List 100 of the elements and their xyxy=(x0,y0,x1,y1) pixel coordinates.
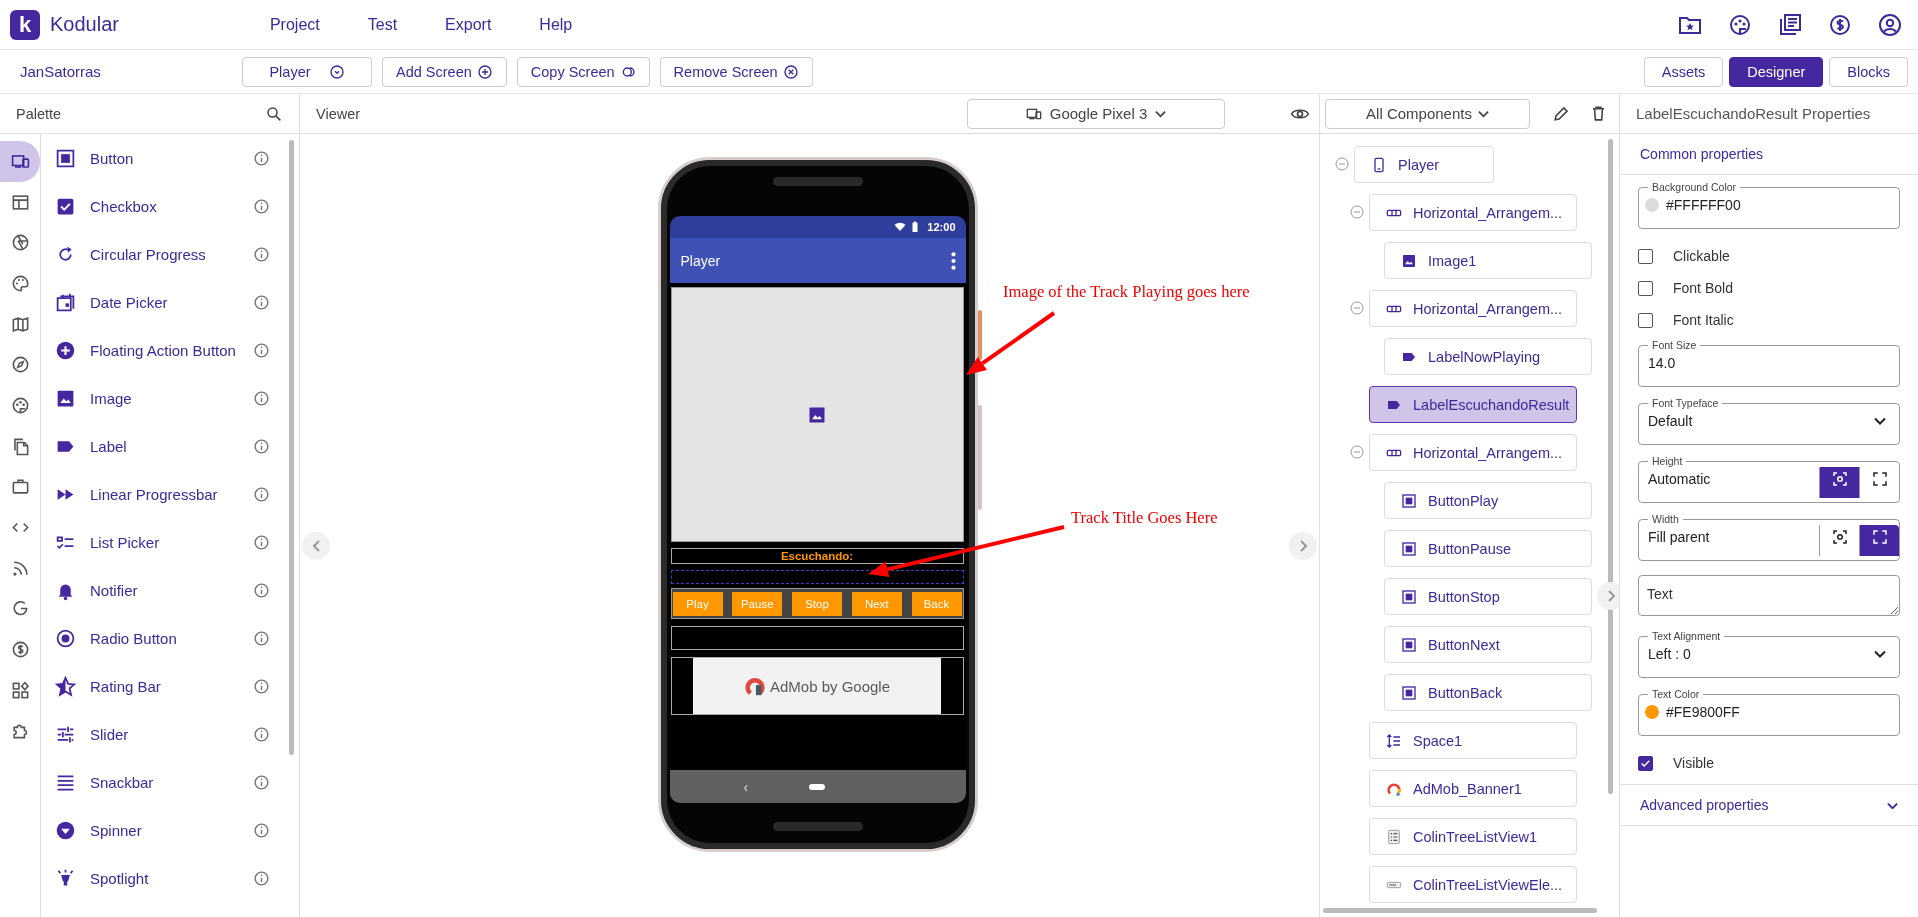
field-label: Background Color xyxy=(1651,181,1738,193)
select-field[interactable]: Font Typeface Default xyxy=(1638,397,1900,445)
scrollbar[interactable] xyxy=(1323,908,1597,913)
palette-item[interactable]: Checkbox xyxy=(41,182,299,230)
palette-item[interactable]: Label xyxy=(41,422,299,470)
collapse-toggle[interactable] xyxy=(1349,300,1365,316)
caret-icon xyxy=(1874,417,1886,425)
info-icon xyxy=(253,821,270,839)
info-icon xyxy=(253,341,270,359)
color-field[interactable]: Text Color #FE9800FF xyxy=(1638,688,1900,736)
select-field[interactable]: Text Alignment Left : 0 xyxy=(1638,630,1900,678)
screen-button[interactable]: Add Screen xyxy=(382,56,507,87)
annotation-text: Image of the Track Playing goes here xyxy=(1003,282,1250,302)
palette-item[interactable]: Radio Button xyxy=(41,614,299,662)
tree-item[interactable]: Space1 xyxy=(1369,722,1577,759)
menu-item[interactable]: Test xyxy=(367,15,398,34)
category-button[interactable] xyxy=(0,141,40,182)
palette-item[interactable]: Spinner xyxy=(41,806,299,854)
table-icon xyxy=(10,192,30,212)
palette-item[interactable]: Button xyxy=(41,134,299,182)
tree-item[interactable]: LabelEscuchandoResult xyxy=(1369,386,1577,423)
dropdown-circle-icon xyxy=(55,819,76,841)
checkbox[interactable] xyxy=(1638,312,1653,328)
home-button[interactable] xyxy=(809,783,826,790)
tree-item[interactable]: Horizontal_Arrangem... xyxy=(1369,434,1577,471)
tree-item[interactable]: LabelNowPlaying xyxy=(1384,338,1592,375)
info-icon xyxy=(253,437,270,455)
collapse-toggle[interactable] xyxy=(1334,156,1350,172)
phone-icon xyxy=(1371,156,1387,173)
square-icon xyxy=(1401,492,1417,509)
annotation-text: Track Title Goes Here xyxy=(1071,508,1218,528)
section-link[interactable]: Common properties xyxy=(1640,146,1763,162)
palette-item[interactable]: Rating Bar xyxy=(41,662,299,710)
dropdown-icon xyxy=(328,63,345,80)
view-tab[interactable]: Assets xyxy=(1643,56,1724,87)
size-field[interactable]: Height Automatic xyxy=(1638,455,1900,503)
chevron-right-icon xyxy=(1299,540,1307,552)
screen-button[interactable]: Remove Screen xyxy=(659,56,813,87)
books-icon xyxy=(1778,12,1802,37)
info-icon xyxy=(253,389,270,407)
image-icon xyxy=(1401,252,1417,269)
color-field[interactable]: Background Color #FFFFFF00 xyxy=(1638,181,1900,229)
screen-button[interactable]: Copy Screen xyxy=(516,56,650,87)
info-icon xyxy=(253,197,270,215)
tree-item[interactable]: ButtonPause xyxy=(1384,530,1592,567)
palette-item[interactable]: Image xyxy=(41,374,299,422)
tree-item[interactable]: Horizontal_Arrangem... xyxy=(1369,194,1577,231)
tree-item[interactable]: Horizontal_Arrangem... xyxy=(1369,290,1577,327)
collapse-toggle[interactable] xyxy=(1349,204,1365,220)
palette-item[interactable]: Snackbar xyxy=(41,758,299,806)
view-tab[interactable]: Designer xyxy=(1729,56,1824,87)
tree-item[interactable]: ButtonNext xyxy=(1384,626,1592,663)
menu-item[interactable]: Help xyxy=(539,15,573,34)
more-icon xyxy=(950,251,956,270)
checkbox[interactable] xyxy=(1638,248,1653,264)
search-icon xyxy=(265,104,283,123)
screen-button[interactable]: Player xyxy=(242,56,372,87)
dollar-icon xyxy=(10,640,30,660)
view-tab[interactable]: Blocks xyxy=(1829,56,1908,87)
tree-item[interactable]: Player xyxy=(1354,146,1494,183)
calendar-icon xyxy=(55,291,76,313)
square-icon xyxy=(1401,636,1417,653)
palette-item[interactable]: Notifier xyxy=(41,566,299,614)
tree-item[interactable]: ColinTreeListView1 xyxy=(1369,818,1577,855)
palette-item[interactable]: Spotlight xyxy=(41,854,299,902)
scrollbar[interactable] xyxy=(1608,139,1613,794)
tree-item[interactable]: ButtonBack xyxy=(1384,674,1592,711)
filter-dropdown[interactable]: All Components xyxy=(1325,98,1530,129)
info-icon xyxy=(253,629,270,647)
checkbox[interactable] xyxy=(1638,755,1653,771)
palette-item[interactable]: Linear Progressbar xyxy=(41,470,299,518)
palette-item[interactable]: List Picker xyxy=(41,518,299,566)
palette-item[interactable]: Floating Action Button xyxy=(41,326,299,374)
menu-item[interactable]: Export xyxy=(445,15,492,34)
text-field[interactable]: Font Size 14.0 xyxy=(1638,339,1900,387)
tree-item[interactable]: ButtonStop xyxy=(1384,578,1592,615)
tree-item[interactable]: Image1 xyxy=(1384,242,1592,279)
label-text: Escuchando: xyxy=(670,548,964,564)
logo: k xyxy=(10,9,40,40)
checkbox[interactable] xyxy=(1638,280,1653,296)
palette-item[interactable]: Slider xyxy=(41,710,299,758)
tree-item[interactable]: ButtonPlay xyxy=(1384,482,1592,519)
plus-circle-icon xyxy=(55,339,76,361)
palette-item[interactable]: Date Picker xyxy=(41,278,299,326)
tree-item[interactable]: AdMob_Banner1 xyxy=(1369,770,1577,807)
spacing-icon xyxy=(1386,732,1402,749)
collapse-toggle[interactable] xyxy=(1349,444,1365,460)
device-dropdown[interactable]: Google Pixel 3 xyxy=(967,98,1225,129)
tree-item[interactable]: ColinTreeListViewEle... xyxy=(1369,866,1577,903)
menu-item[interactable]: Project xyxy=(269,15,320,34)
section-toggle[interactable]: Advanced properties xyxy=(1620,784,1918,826)
info-icon xyxy=(253,869,270,887)
back-button[interactable]: ‹ xyxy=(743,778,749,795)
scrollbar[interactable] xyxy=(289,140,294,755)
palette-item[interactable]: Circular Progress xyxy=(41,230,299,278)
square-icon xyxy=(1401,540,1417,557)
text-area[interactable]: Text xyxy=(1638,575,1900,616)
info-icon xyxy=(253,485,270,503)
square-icon xyxy=(1401,684,1417,701)
size-field[interactable]: Width Fill parent xyxy=(1638,513,1900,561)
